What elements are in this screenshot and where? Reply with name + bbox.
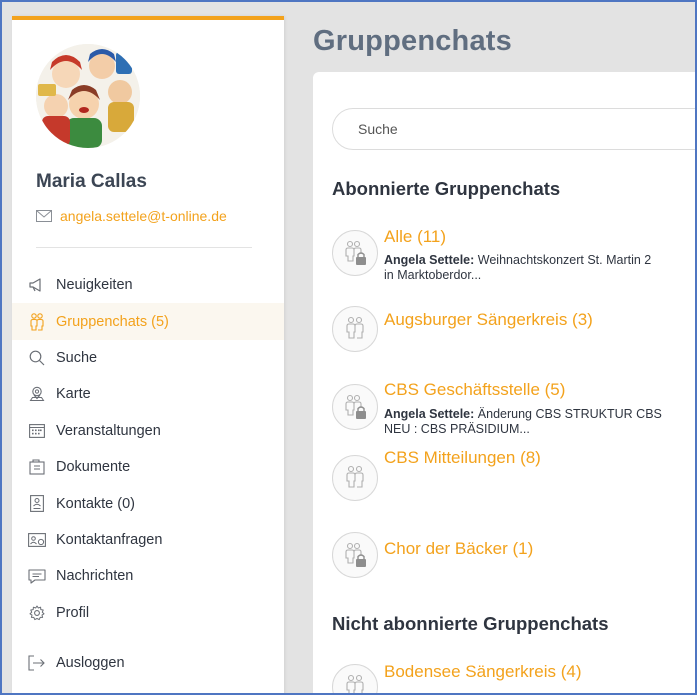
sidebar-item-neuigkeiten[interactable]: Neuigkeiten <box>12 267 284 303</box>
sidebar-item-ausloggen[interactable]: Ausloggen <box>12 645 284 681</box>
section-title-subscribed: Abonnierte Gruppenchats <box>332 178 561 199</box>
search-icon <box>28 349 46 367</box>
sidebar-item-label: Dokumente <box>56 459 131 476</box>
sidebar-item-label: Karte <box>56 386 91 403</box>
contact-request-icon <box>28 531 46 549</box>
group-item-cbs-mitteilungen[interactable]: CBS Mitteilungen (8) <box>332 448 695 505</box>
calendar-icon <box>28 422 46 440</box>
message-sender: Angela Settele: <box>384 407 475 421</box>
page-title: Gruppenchats <box>313 25 512 57</box>
app-window: Maria Callas angela.settele@t-online.de … <box>0 0 697 695</box>
group-item-cbs-geschaeftsstelle[interactable]: CBS Geschäftsstelle (5) Angela Settele: … <box>332 380 695 437</box>
group-last-message: Angela Settele: Änderung CBS STRUKTUR CB… <box>384 407 695 437</box>
group-item-alle[interactable]: Alle (11) Angela Settele: Weihnachtskonz… <box>332 227 695 283</box>
logout-icon <box>28 654 46 672</box>
group-icon <box>332 306 378 352</box>
sidebar-item-kontaktanfragen[interactable]: Kontaktanfragen <box>12 522 284 558</box>
group-locked-icon <box>332 384 378 430</box>
avatar[interactable] <box>36 44 140 148</box>
message-text-continued: NEU : CBS PRÄSIDIUM... <box>384 422 530 436</box>
sidebar-item-veranstaltungen[interactable]: Veranstaltungen <box>12 413 284 449</box>
sidebar-item-kontakte[interactable]: Kontakte (0) <box>12 485 284 521</box>
map-pin-icon <box>28 385 46 403</box>
group-icon <box>28 312 46 331</box>
search-input[interactable]: Suche <box>332 108 695 150</box>
email-row[interactable]: angela.settele@t-online.de <box>36 208 227 224</box>
section-title-unsubscribed: Nicht abonnierte Gruppenchats <box>332 613 609 634</box>
sidebar-item-gruppenchats[interactable]: Gruppenchats (5) <box>12 303 284 340</box>
message-text-continued: in Marktoberdor... <box>384 268 482 282</box>
group-name[interactable]: Chor der Bäcker (1) <box>384 539 533 559</box>
message-text: Weihnachtskonzert St. Martin 2 <box>474 253 652 267</box>
sidebar: Maria Callas angela.settele@t-online.de … <box>12 16 284 693</box>
group-name[interactable]: Bodensee Sängerkreis (4) <box>384 662 582 682</box>
sidebar-item-karte[interactable]: Karte <box>12 376 284 412</box>
group-last-message: Angela Settele: Weihnachtskonzert St. Ma… <box>384 253 695 283</box>
sidebar-item-suche[interactable]: Suche <box>12 340 284 376</box>
group-name[interactable]: Alle (11) <box>384 227 446 247</box>
group-name[interactable]: Augsburger Sängerkreis (3) <box>384 310 593 330</box>
sidebar-item-label: Neuigkeiten <box>56 277 133 294</box>
sidebar-item-label: Kontaktanfragen <box>56 531 163 548</box>
sidebar-item-nachrichten[interactable]: Nachrichten <box>12 558 284 594</box>
group-chat-panel: Suche Abonnierte Gruppenchats Alle (11) … <box>313 72 695 693</box>
group-item-chor-der-baecker[interactable]: Chor der Bäcker (1) <box>332 532 695 582</box>
sidebar-item-label: Ausloggen <box>56 655 125 672</box>
sidebar-item-label: Profil <box>56 604 90 621</box>
sidebar-item-label: Gruppenchats (5) <box>56 313 169 330</box>
gear-icon <box>28 604 46 622</box>
chat-bubble-icon <box>28 567 46 585</box>
group-item-bodensee-saengerkreis[interactable]: Bodensee Sängerkreis (4) <box>332 662 695 693</box>
group-icon <box>332 455 378 501</box>
group-locked-icon <box>332 230 378 276</box>
group-item-augsburger-saengerkreis[interactable]: Augsburger Sängerkreis (3) <box>332 306 695 356</box>
sidebar-item-label: Kontakte (0) <box>56 495 135 512</box>
contact-card-icon <box>28 495 46 513</box>
sidebar-menu: Neuigkeiten Gruppenchats (5) Suche Karte <box>12 267 284 681</box>
group-locked-icon <box>332 532 378 578</box>
group-name[interactable]: CBS Geschäftsstelle (5) <box>384 380 565 400</box>
documents-icon <box>28 458 46 476</box>
sidebar-item-dokumente[interactable]: Dokumente <box>12 449 284 485</box>
message-sender: Angela Settele: <box>384 253 475 267</box>
sidebar-item-label: Veranstaltungen <box>56 422 161 439</box>
user-name: Maria Callas <box>36 171 147 192</box>
sidebar-item-label: Suche <box>56 349 98 366</box>
megaphone-icon <box>28 276 46 294</box>
message-text: Änderung CBS STRUKTUR CBS <box>474 407 662 421</box>
divider <box>36 247 252 248</box>
group-name[interactable]: CBS Mitteilungen (8) <box>384 448 541 468</box>
sidebar-item-profil[interactable]: Profil <box>12 595 284 631</box>
sidebar-item-label: Nachrichten <box>56 568 134 585</box>
user-email[interactable]: angela.settele@t-online.de <box>60 208 227 224</box>
envelope-icon <box>36 210 52 222</box>
group-icon <box>332 664 378 693</box>
